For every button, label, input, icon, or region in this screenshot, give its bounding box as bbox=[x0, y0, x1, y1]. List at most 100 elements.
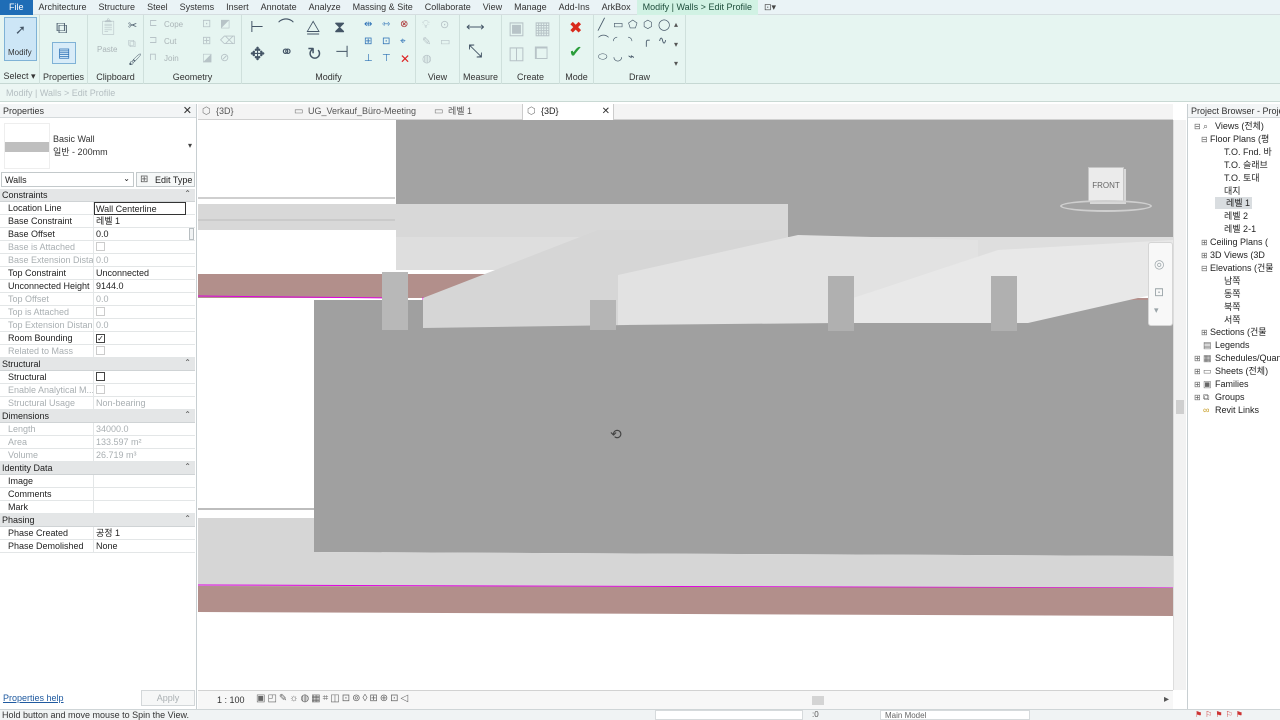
horizontal-scrollbar-thumb[interactable] bbox=[812, 696, 824, 705]
property-group-header[interactable]: Phasing ⌃ bbox=[0, 514, 195, 527]
property-group-header[interactable]: Dimensions ⌃ bbox=[0, 410, 195, 423]
pick-lines-icon[interactable]: ⌁ bbox=[628, 52, 635, 63]
create-assembly-icon[interactable]: ▣ bbox=[508, 19, 525, 37]
cope-icon[interactable]: ⊏ bbox=[149, 19, 157, 29]
finish-edit-mode-icon[interactable]: ✔ bbox=[569, 45, 582, 61]
viewcube[interactable]: FRONT bbox=[1060, 164, 1152, 216]
browser-node[interactable]: 북쪽 bbox=[1215, 301, 1241, 313]
draw-spline-icon[interactable]: ∿ bbox=[658, 36, 667, 47]
draw-fillet-arc-icon[interactable]: ╭ bbox=[643, 36, 650, 47]
browser-node[interactable]: 서쪽 bbox=[1215, 314, 1241, 326]
browser-node[interactable]: T.O. Fnd. 바 bbox=[1215, 146, 1272, 158]
trim-single-icon[interactable]: ⊤ bbox=[382, 54, 391, 64]
close-tab-icon[interactable]: ✕ bbox=[602, 104, 610, 119]
scrollbar-thumb[interactable] bbox=[1176, 400, 1184, 414]
browser-node[interactable]: ⊞ ▣ Families bbox=[1194, 378, 1249, 391]
expand-icon[interactable]: ⊞ bbox=[1201, 327, 1210, 339]
close-icon[interactable]: ✕ bbox=[183, 104, 192, 117]
ribbon-tab[interactable]: Modify | Walls > Edit Profile bbox=[636, 0, 758, 15]
copy-clipboard-icon[interactable]: ⧉ bbox=[128, 39, 136, 50]
ribbon-tab[interactable]: Add-Ins bbox=[553, 0, 596, 15]
collapse-icon[interactable]: ⌃ bbox=[184, 358, 191, 367]
ribbon-tab[interactable]: Systems bbox=[174, 0, 221, 15]
expand-icon[interactable]: ⊞ bbox=[1201, 250, 1210, 262]
viewcube-front-face[interactable]: FRONT bbox=[1088, 167, 1124, 202]
type-properties-icon[interactable]: ⧉ bbox=[56, 21, 67, 37]
steering-wheel-icon[interactable]: ◎ bbox=[1154, 257, 1164, 271]
join-icon[interactable]: ⊓ bbox=[149, 53, 157, 63]
copy-icon[interactable]: ⚭ bbox=[280, 45, 293, 61]
trim-icon[interactable]: ⊣ bbox=[335, 45, 349, 61]
instance-filter-select[interactable]: Walls ⌄ bbox=[1, 172, 134, 187]
create-parts-icon[interactable]: ▦ bbox=[534, 19, 551, 37]
ribbon-tab[interactable]: Insert bbox=[220, 0, 255, 15]
browser-node[interactable]: 레벨 1 bbox=[1215, 197, 1253, 210]
browser-node[interactable]: ▤ Legends bbox=[1194, 339, 1250, 351]
property-group-header[interactable]: Structural ⌃ bbox=[0, 358, 195, 371]
draw-center-arc-icon[interactable]: ◜ bbox=[613, 36, 617, 47]
viewcube-compass-ring[interactable] bbox=[1060, 200, 1152, 212]
navbar-menu-icon[interactable]: ▾ bbox=[1154, 305, 1159, 316]
properties-scrollbar[interactable] bbox=[189, 228, 194, 240]
cancel-edit-mode-icon[interactable]: ✖ bbox=[569, 21, 582, 37]
draw-start-end-arc-icon[interactable]: ⌒ bbox=[598, 36, 609, 47]
browser-node[interactable]: ⊞ 3D Views (3D bbox=[1201, 249, 1265, 262]
browser-node[interactable]: T.O. 토대 bbox=[1215, 172, 1260, 184]
view-control-icons[interactable]: ▣◰✎☼◍▦⌗◫⊡⊚◊⊞⊕⊡◁ bbox=[256, 693, 410, 704]
draw-polygon-icon[interactable]: ⬠ bbox=[628, 20, 638, 31]
property-value[interactable]: Wall Centerline bbox=[94, 202, 186, 215]
draw-line-icon[interactable]: ╱ bbox=[598, 20, 605, 31]
ribbon-tab[interactable]: ArkBox bbox=[596, 0, 637, 15]
browser-node[interactable]: ⊞ ⧉ Groups bbox=[1194, 391, 1245, 404]
unpin-icon[interactable]: ⊗ bbox=[400, 20, 408, 30]
measure-distance-icon[interactable]: ⟷ bbox=[466, 20, 485, 33]
browser-node[interactable]: ⊟ Elevations (건물 bbox=[1201, 262, 1274, 275]
property-value[interactable] bbox=[95, 371, 194, 384]
ribbon-tab[interactable]: Collaborate bbox=[419, 0, 477, 15]
browser-node[interactable]: ⊟ Floor Plans (평 bbox=[1201, 133, 1269, 146]
property-value[interactable]: Unconnected bbox=[95, 267, 194, 280]
expand-icon[interactable]: ⊞ bbox=[1194, 353, 1203, 365]
draw-rectangle-icon[interactable]: ▭ bbox=[613, 20, 623, 31]
remove-paint-icon[interactable]: ◪ bbox=[202, 53, 212, 64]
ribbon-tab[interactable]: Structure bbox=[93, 0, 142, 15]
offset-icon[interactable]: ⌒ bbox=[278, 20, 294, 36]
type-selector[interactable]: Basic Wall 일반 - 200mm ▾ bbox=[0, 119, 196, 171]
view-tab[interactable]: ⬡ {3D} ✕ bbox=[522, 104, 614, 120]
wall-joins-icon[interactable]: ⊞ bbox=[202, 36, 211, 47]
property-value[interactable] bbox=[95, 488, 194, 501]
ribbon-tab[interactable]: View bbox=[477, 0, 508, 15]
split-face-icon[interactable]: ⊡ bbox=[202, 19, 211, 30]
ribbon-tab[interactable]: Steel bbox=[141, 0, 174, 15]
trim-multiple-icon[interactable]: ⊥ bbox=[364, 54, 373, 64]
draw-circumscribed-icon[interactable]: ⬡ bbox=[643, 20, 653, 31]
browser-node[interactable]: 레벨 2-1 bbox=[1215, 223, 1256, 235]
view-scale[interactable]: 1 : 100 bbox=[217, 695, 245, 705]
property-value[interactable]: ✓ bbox=[95, 332, 194, 345]
rotate-icon[interactable]: ↻ bbox=[307, 45, 322, 63]
properties-help-link[interactable]: Properties help bbox=[3, 693, 64, 703]
3d-view-canvas[interactable]: FRONT ◎ ⊡ ▾ ⟲ bbox=[198, 120, 1173, 690]
hide-element-icon[interactable]: 💡︎ bbox=[422, 20, 430, 31]
align-icon[interactable]: ⊢ bbox=[250, 20, 264, 36]
geometry-cut-icon[interactable]: ⊐ bbox=[149, 36, 157, 46]
draw-expand-icon[interactable]: ▾ bbox=[674, 59, 678, 68]
property-value[interactable]: 레벨 1 bbox=[95, 215, 194, 228]
override-graphics-icon[interactable]: ⊙ bbox=[440, 20, 449, 31]
draw-tangent-arc-icon[interactable]: ◝ bbox=[628, 36, 632, 47]
draw-circle-icon[interactable]: ◯ bbox=[658, 20, 670, 31]
expand-icon[interactable]: ⊞ bbox=[1201, 237, 1210, 249]
collapse-icon[interactable]: ⊟ bbox=[1201, 134, 1210, 146]
expand-icon[interactable]: ⊞ bbox=[1194, 392, 1203, 404]
browser-node[interactable]: 남쪽 bbox=[1215, 275, 1241, 287]
property-value[interactable] bbox=[95, 475, 194, 488]
view-extra2-icon[interactable]: ◍ bbox=[422, 54, 432, 65]
zoom-region-icon[interactable]: ⊡ bbox=[1154, 285, 1164, 299]
create-similar-icon[interactable]: ⧠ bbox=[534, 44, 548, 62]
scroll-right-icon[interactable]: ▸ bbox=[1164, 694, 1169, 705]
properties-toggle-button[interactable]: ▤ bbox=[52, 42, 76, 64]
match-properties-icon[interactable]: 🖌︎ bbox=[128, 55, 142, 66]
mirror-draw-icon[interactable]: ⧗ bbox=[334, 20, 345, 36]
collapse-icon[interactable]: ⌃ bbox=[184, 462, 191, 471]
ribbon-tab[interactable]: File bbox=[0, 0, 33, 15]
